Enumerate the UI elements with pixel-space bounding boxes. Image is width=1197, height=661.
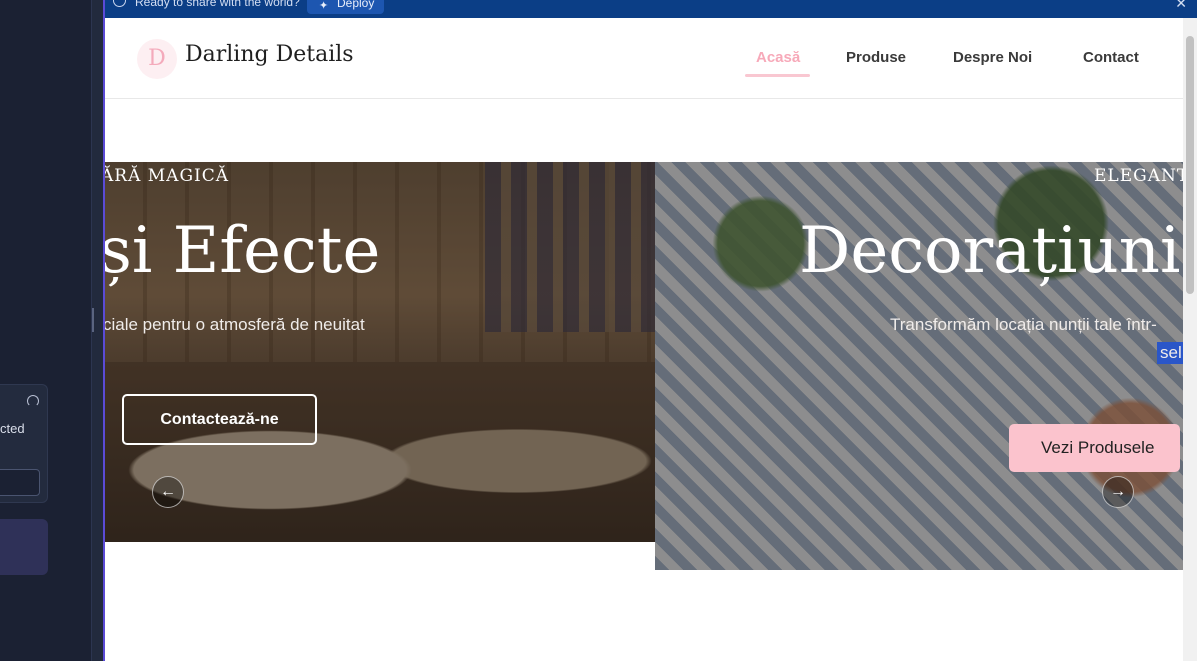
brand-logo[interactable]: D — [137, 39, 177, 79]
deploy-banner-message: Ready to share with the world? — [135, 0, 300, 9]
slide-eyebrow: ELEGANT — [1094, 166, 1183, 186]
nav-home[interactable]: Acasă — [756, 49, 800, 66]
site-preview: D Darling Details Acasă Produse Despre N… — [105, 18, 1183, 661]
arrow-right-icon[interactable]: → — [1102, 476, 1134, 508]
nav-products[interactable]: Produse — [846, 49, 906, 66]
close-icon[interactable]: ✕ — [1175, 0, 1187, 10]
site-header: D Darling Details Acasă Produse Despre N… — [105, 18, 1183, 99]
slide-title: Decorațiuni — [799, 214, 1181, 288]
selected-text: sel — [1157, 342, 1183, 364]
contact-us-button[interactable]: Contactează-ne — [122, 394, 317, 445]
settings-card: cted — [0, 384, 48, 503]
editor-side-panel: cted — [0, 0, 91, 661]
slide-eyebrow: ĂRĂ MAGICĂ — [105, 166, 230, 186]
arrow-left-icon[interactable]: ← — [152, 476, 184, 508]
settings-input[interactable] — [0, 469, 40, 496]
info-icon — [113, 0, 126, 7]
deploy-button-label: Deploy — [337, 0, 375, 10]
view-products-button[interactable]: Vezi Produsele — [1009, 424, 1181, 472]
scrollbar-thumb[interactable] — [1186, 36, 1194, 294]
nav-active-indicator — [745, 74, 810, 77]
brand-name[interactable]: Darling Details — [185, 42, 354, 67]
deploy-button[interactable]: ✦ Deploy — [307, 0, 385, 14]
slide-subtitle: ciale pentru o atmosferă de neuitat — [105, 315, 365, 334]
resize-grip[interactable] — [92, 308, 94, 332]
panel-resize-handle[interactable] — [91, 0, 103, 661]
nav-contact[interactable]: Contact — [1083, 49, 1139, 66]
gauge-icon[interactable] — [27, 395, 39, 407]
slide-subtitle: Transformăm locația nunții tale într- — [890, 315, 1157, 334]
slide-title: și Efecte — [105, 214, 381, 288]
carousel-slide-decor: ELEGANT Decorațiuni Transformăm locația … — [655, 162, 1183, 570]
settings-card-text: cted — [0, 421, 25, 436]
preview-scrollbar[interactable] — [1183, 18, 1197, 661]
rocket-icon: ✦ — [319, 0, 329, 12]
nav-about[interactable]: Despre Noi — [953, 49, 1032, 66]
panel-action-block[interactable] — [0, 519, 48, 575]
carousel-slide-effects: ĂRĂ MAGICĂ și Efecte ciale pentru o atmo… — [105, 162, 655, 542]
deploy-banner: Ready to share with the world? ✦ Deploy … — [105, 0, 1197, 18]
